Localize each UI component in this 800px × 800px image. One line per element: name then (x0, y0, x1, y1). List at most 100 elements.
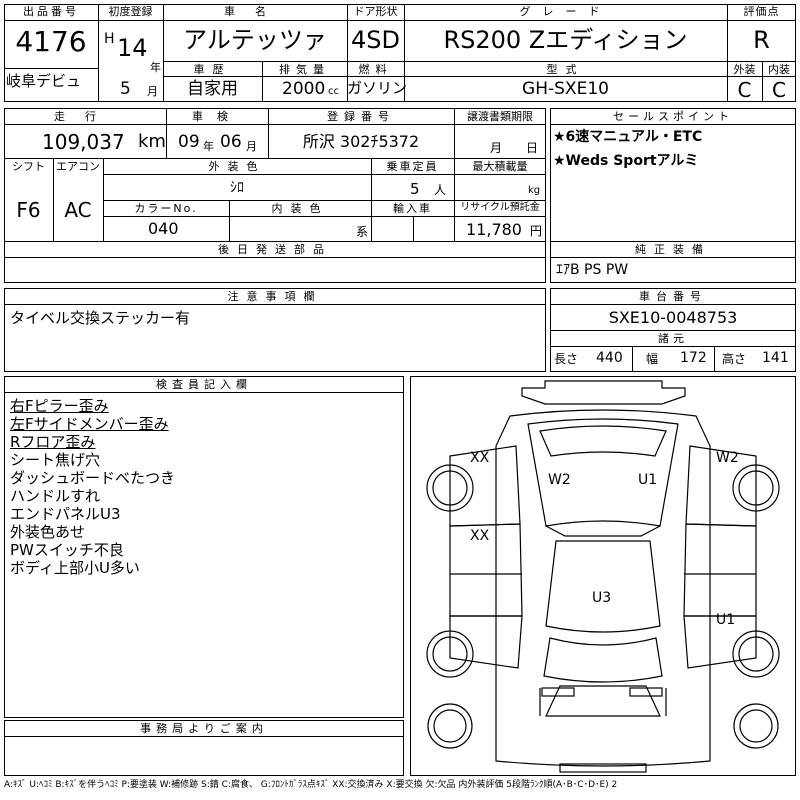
length: 440 (596, 350, 623, 366)
length-label: 長さ (554, 352, 579, 366)
interior-color-unit: 系 (356, 225, 369, 239)
notes-value: タイベル交換ステッカー有 (10, 309, 191, 327)
history: 自家用 (187, 79, 238, 99)
mark-roof-right: U1 (638, 472, 657, 488)
mark-trunk: U3 (592, 590, 611, 606)
transfer-day-unit: 日 (526, 141, 539, 155)
capacity-unit: 人 (434, 183, 447, 197)
auction-name: 岐阜デビュ (6, 72, 82, 90)
shift-label: シフト (12, 160, 45, 173)
year-unit: 年 (150, 61, 161, 74)
displacement-label: 排気量 (279, 63, 330, 76)
door-label: ドア形状 (353, 5, 398, 18)
score-label: 評価点 (743, 5, 780, 18)
plate-label: 登録番号 (327, 110, 395, 123)
equipment-label: 純正装備 (635, 243, 711, 256)
inspection-month-unit: 月 (246, 140, 257, 153)
plate: 所沢 302ﾁ5372 (302, 132, 420, 151)
inspection-month: 06 (220, 132, 242, 152)
inspector-line: ハンドルすれ (10, 487, 101, 505)
color-label: 外装色 (208, 160, 266, 173)
sales-point-2: ★Weds Sportアルミ (553, 153, 699, 169)
height: 141 (762, 350, 789, 366)
capacity-label: 乗車定員 (386, 160, 439, 173)
sales-points-label: セールスポイント (613, 110, 733, 123)
mileage: 109,037 (42, 130, 125, 154)
mark-front-left: XX (470, 450, 490, 466)
car-diagram: XX W2 U1 W2 XX U3 U1 (426, 380, 780, 773)
inspector-line: エンドパネルU3 (10, 505, 121, 523)
first-reg-month: 5 (120, 79, 131, 99)
car-name-label: 車名 (224, 5, 286, 18)
shift: F6 (16, 198, 41, 222)
capacity: 5 (410, 180, 420, 198)
fuel: ガソリン (347, 79, 408, 97)
first-reg-label: 初度登録 (108, 5, 153, 18)
inspector-line: 右Fピラー歪み (10, 397, 109, 415)
lot-no: 4176 (15, 25, 87, 58)
history-label: 車歴 (193, 63, 232, 76)
interior-color-label: 内装色 (271, 202, 329, 215)
month-unit: 月 (147, 85, 158, 98)
ext-label: 外装 (733, 63, 756, 76)
inspector-line: 左Fサイドメンバー歪み (10, 415, 169, 433)
equipment-value: ｴｱB PS PW (556, 262, 629, 278)
mileage-unit: km (138, 131, 166, 152)
import-label: 輸入車 (393, 202, 432, 215)
mark-left-door: XX (470, 528, 490, 544)
recycle-label: リサイクル預託金 (460, 202, 540, 213)
displacement-unit: cc (328, 86, 339, 97)
inspector-notes: 右Fピラー歪み 左Fサイドメンバー歪み Rフロア歪み シート焦げ穴 ダッシュボー… (10, 397, 175, 577)
color-no-label: カラーNo. (134, 202, 198, 215)
mark-front-right: W2 (716, 450, 739, 466)
mark-rear-right: U1 (716, 612, 735, 628)
grade-label: グレード (519, 5, 612, 18)
first-reg-year: 14 (117, 34, 148, 62)
door: 4SD (351, 26, 400, 54)
inspector-label: 検査員記入欄 (156, 378, 252, 391)
car-name: アルテッツァ (183, 26, 327, 54)
width: 172 (680, 350, 707, 366)
era: H (104, 31, 115, 47)
inspection-year: 09 (178, 132, 200, 152)
mileage-label: 走行 (54, 110, 116, 123)
legend: A:ｷｽﾞ U:ﾍｺﾐ B:ｷｽﾞを伴うﾍｺﾐ P:要塗装 W:補修跡 S:錆 … (4, 780, 618, 790)
sales-point-1: ★6速マニュアル・ETC (553, 129, 703, 145)
recycle: 11,780 (466, 220, 522, 239)
chassis-value: SXE10-0048753 (608, 308, 738, 327)
load-unit: kg (528, 185, 541, 196)
inspector-line: Rフロア歪み (10, 433, 96, 451)
grade: RS200 Zエディション (443, 26, 688, 54)
fuel-label: 燃料 (358, 63, 393, 76)
inspector-line: ダッシュボードべたつき (10, 469, 176, 487)
inspector-line: 外装色あせ (10, 523, 86, 541)
height-label: 高さ (722, 352, 747, 366)
inspection-year-unit: 年 (203, 140, 214, 153)
int-score: C (772, 78, 786, 102)
color-no: 040 (148, 219, 179, 238)
width-label: 幅 (646, 352, 659, 366)
spec-label: 諸元 (658, 332, 688, 345)
office-label: 事務局よりご案内 (140, 722, 268, 735)
mark-roof-left: W2 (548, 472, 571, 488)
recycle-unit: 円 (530, 224, 543, 238)
model-code-label: 型式 (546, 63, 585, 76)
score: R (753, 26, 770, 54)
ac-label: エアコン (56, 160, 100, 173)
later-parts-label: 後日発送部品 (218, 243, 332, 256)
load-label: 最大積載量 (472, 160, 528, 173)
ext-score: C (737, 78, 752, 102)
chassis-label: 車台番号 (639, 290, 707, 303)
ac: AC (64, 198, 92, 222)
transfer-label: 譲渡書類期限 (467, 110, 533, 123)
inspector-line: PWスイッチ不良 (10, 541, 124, 559)
color: ｼﾛ (230, 180, 244, 196)
notes-label: 注意事項欄 (227, 290, 323, 303)
inspection-label: 車検 (192, 110, 242, 123)
lot-no-label: 出品番号 (23, 5, 79, 18)
inspector-line: シート焦げ穴 (10, 451, 101, 469)
inspector-line: ボディ上部小U多い (10, 559, 140, 577)
model-code: GH-SXE10 (522, 79, 609, 99)
transfer-month-unit: 月 (490, 141, 503, 155)
int-label: 内装 (768, 63, 790, 76)
